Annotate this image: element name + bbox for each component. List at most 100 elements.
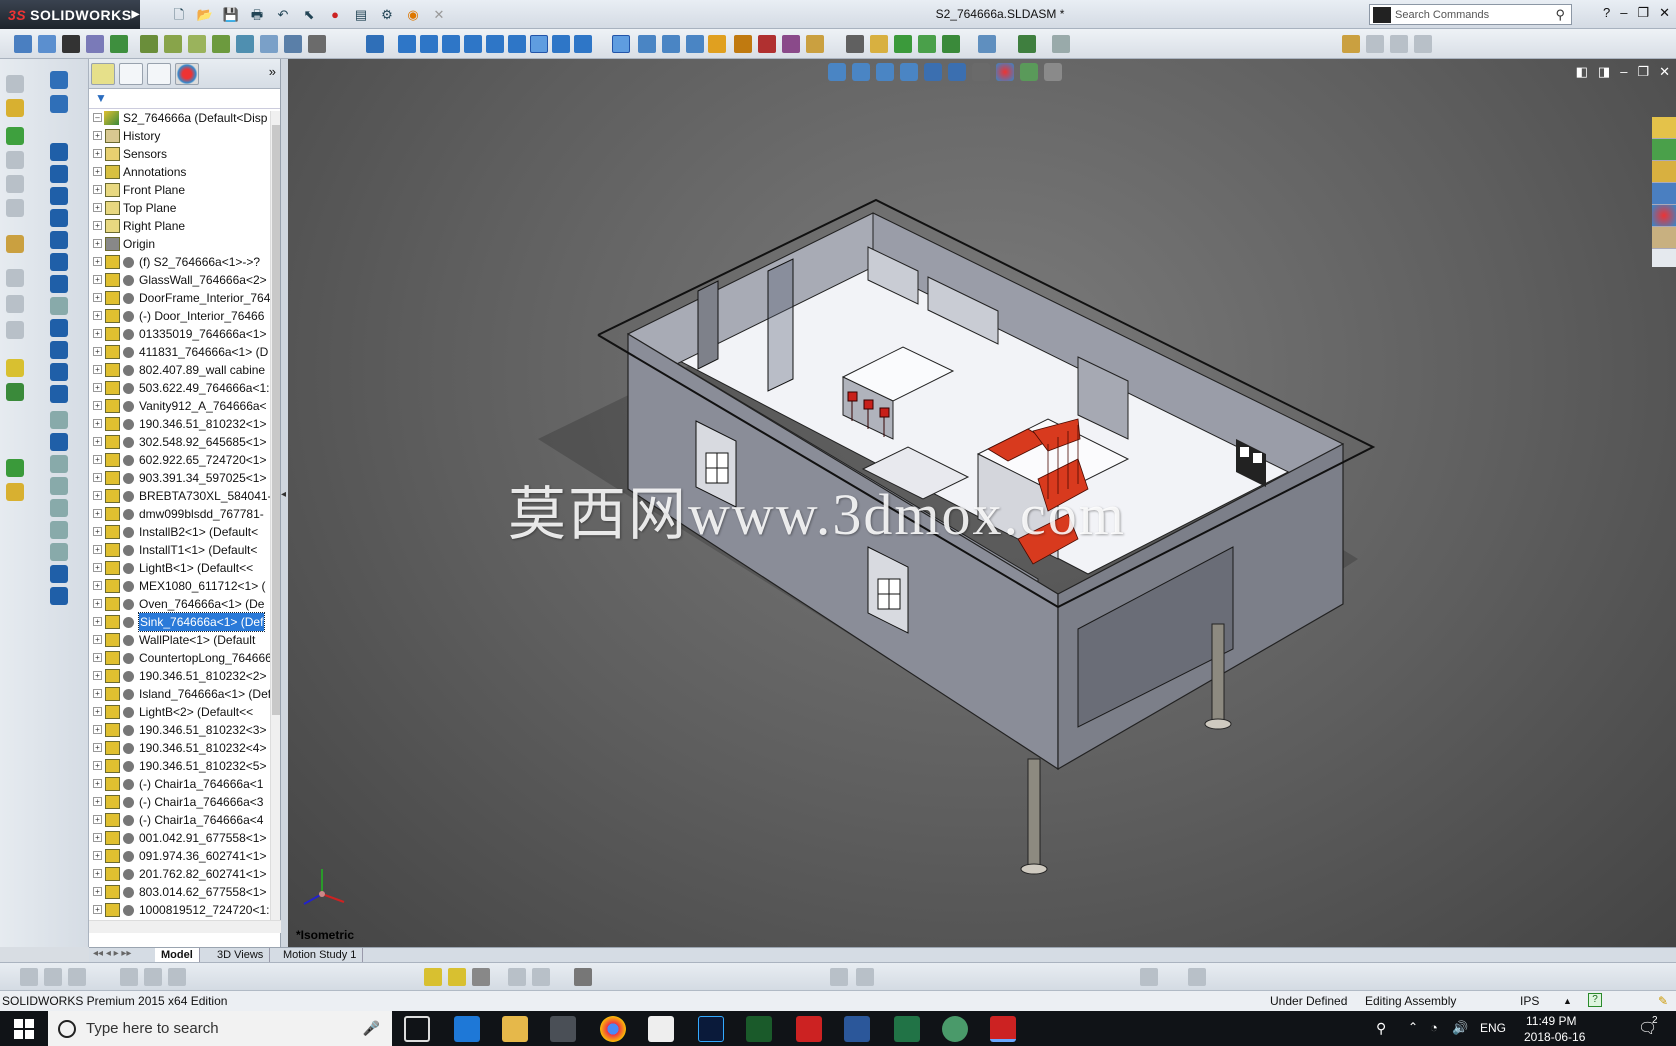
store-icon[interactable] xyxy=(550,1016,576,1042)
edge-browser-icon[interactable] xyxy=(454,1016,480,1042)
tree-item[interactable]: +302.548.92_645685<1> xyxy=(89,433,271,451)
tree-item[interactable]: + (-) Door_Interior_76466 xyxy=(89,307,271,325)
word-icon[interactable] xyxy=(844,1016,870,1042)
rectangle-icon[interactable] xyxy=(50,165,68,183)
tree-item[interactable]: + Sensors xyxy=(89,145,271,163)
zoom-to-fit-icon[interactable] xyxy=(612,35,630,53)
expand-icon[interactable]: + xyxy=(93,563,102,572)
blocks-icon[interactable] xyxy=(168,968,186,986)
sketch-line-icon[interactable] xyxy=(50,71,68,89)
expand-icon[interactable]: + xyxy=(93,221,102,230)
tree-item[interactable]: + (-) Chair1a_764666a<1 xyxy=(89,775,271,793)
tray-up-arrow-icon[interactable]: ⌃ xyxy=(1408,1020,1418,1034)
circle-icon[interactable] xyxy=(50,209,68,227)
appearances-icon[interactable] xyxy=(758,35,776,53)
repair-sketch-icon[interactable] xyxy=(50,565,68,583)
expand-icon[interactable]: + xyxy=(93,509,102,518)
tree-item[interactable]: + DoorFrame_Interior_76466 xyxy=(89,289,271,307)
measure-icon[interactable] xyxy=(846,35,864,53)
file-properties-icon[interactable]: ▤ xyxy=(350,5,372,24)
tree-item[interactable]: +1000819512_724720<1: xyxy=(89,901,271,919)
smart-dimension-icon[interactable] xyxy=(14,35,32,53)
expand-icon[interactable]: + xyxy=(93,743,102,752)
pan-icon[interactable] xyxy=(662,35,680,53)
smart-fasteners-icon[interactable] xyxy=(188,35,206,53)
graphics-area[interactable]: ◧ ◨ – ❐ ✕ 莫西网www.3dmox.com *Isometric xyxy=(288,59,1676,947)
new-document-icon[interactable]: 🗋 xyxy=(168,5,190,24)
tree-item[interactable]: + WallPlate<1> (Default xyxy=(89,631,271,649)
clock-date[interactable]: 2018-06-16 xyxy=(1524,1030,1585,1044)
expand-icon[interactable]: + xyxy=(93,329,102,338)
move-entities-icon[interactable] xyxy=(50,521,68,539)
property-manager-tab[interactable] xyxy=(119,63,143,85)
expand-icon[interactable]: + xyxy=(93,797,102,806)
simulation-icon[interactable] xyxy=(1140,968,1158,986)
curves-icon[interactable] xyxy=(144,968,162,986)
sketch-pattern-icon[interactable] xyxy=(50,499,68,517)
slot-icon[interactable] xyxy=(50,187,68,205)
undo-icon[interactable]: ↶ xyxy=(272,5,294,24)
mirror-sketch-icon[interactable] xyxy=(50,477,68,495)
trim-icon[interactable] xyxy=(50,411,68,429)
table-icon[interactable] xyxy=(472,968,490,986)
tree-item[interactable]: + Origin xyxy=(89,235,271,253)
expand-icon[interactable]: + xyxy=(93,545,102,554)
tree-item[interactable]: + History xyxy=(89,127,271,145)
tree-item[interactable]: + BREBTA730XL_584041- xyxy=(89,487,271,505)
expand-icon[interactable]: + xyxy=(93,257,102,266)
convert-icon[interactable] xyxy=(50,433,68,451)
assembly-visualization-icon[interactable] xyxy=(978,35,996,53)
quick-snaps-icon[interactable] xyxy=(50,587,68,605)
tree-item[interactable]: +190.346.51_810232<4> xyxy=(89,739,271,757)
tree-item[interactable]: +091.974.36_602741<1> xyxy=(89,847,271,865)
tree-item[interactable]: + Front Plane xyxy=(89,181,271,199)
tree-item[interactable]: +001.042.91_677558<1> xyxy=(89,829,271,847)
mate-tool-icon[interactable] xyxy=(6,127,24,145)
tree-item[interactable]: + Top Plane xyxy=(89,199,271,217)
view-dimetric-icon[interactable] xyxy=(574,35,592,53)
expand-icon[interactable]: + xyxy=(93,419,102,428)
select-cursor-icon[interactable]: ⬉ xyxy=(298,5,320,24)
expand-icon[interactable]: + xyxy=(93,599,102,608)
expand-icon[interactable]: + xyxy=(93,887,102,896)
photoview-icon[interactable] xyxy=(1188,968,1206,986)
expand-icon[interactable]: + xyxy=(93,185,102,194)
spell-check-icon[interactable] xyxy=(86,35,104,53)
tree-item[interactable]: + LightB<2> (Default<< xyxy=(89,703,271,721)
tree-item[interactable]: +190.346.51_810232<1> xyxy=(89,415,271,433)
view-trimetric-icon[interactable] xyxy=(552,35,570,53)
view-back-icon[interactable] xyxy=(420,35,438,53)
fillet-icon[interactable] xyxy=(50,297,68,315)
layout-icon[interactable] xyxy=(508,968,526,986)
expand-icon[interactable]: + xyxy=(93,527,102,536)
shaded-icon[interactable] xyxy=(708,35,726,53)
expand-icon[interactable]: + xyxy=(93,383,102,392)
point-icon[interactable] xyxy=(50,341,68,359)
configurations-icon[interactable] xyxy=(6,235,24,253)
configuration-manager-tab[interactable] xyxy=(147,63,171,85)
taskbar-search-box[interactable]: Type here to search 🎤 xyxy=(48,1011,392,1046)
tree-item[interactable]: + LightB<1> (Default<< xyxy=(89,559,271,577)
line-tool-icon[interactable] xyxy=(6,383,24,401)
expand-icon[interactable]: + xyxy=(93,689,102,698)
realview-icon[interactable] xyxy=(734,35,752,53)
edit-component-icon[interactable] xyxy=(6,75,24,93)
scrollbar-thumb[interactable] xyxy=(272,125,280,715)
search-icon[interactable]: ⚲ xyxy=(1555,7,1565,23)
view-front-icon[interactable] xyxy=(398,35,416,53)
hide-show-icon[interactable] xyxy=(6,199,24,217)
expand-icon[interactable]: + xyxy=(93,401,102,410)
filter-icon[interactable]: ▼ xyxy=(95,91,107,105)
photoshop-icon[interactable] xyxy=(698,1016,724,1042)
expand-icon[interactable]: + xyxy=(93,311,102,320)
weldments-icon[interactable] xyxy=(44,968,62,986)
tree-item[interactable]: + CountertopLong_764666a xyxy=(89,649,271,667)
expand-icon[interactable]: + xyxy=(93,455,102,464)
assembly-features-icon[interactable] xyxy=(260,35,278,53)
quick-tips-icon[interactable]: ? xyxy=(1588,993,1602,1007)
offset-icon[interactable] xyxy=(50,455,68,473)
flatten-icon[interactable] xyxy=(830,968,848,986)
print-icon[interactable]: 🖶 xyxy=(246,5,268,24)
expand-icon[interactable]: + xyxy=(93,671,102,680)
tree-item[interactable]: + GlassWall_764666a<2> (D xyxy=(89,271,271,289)
